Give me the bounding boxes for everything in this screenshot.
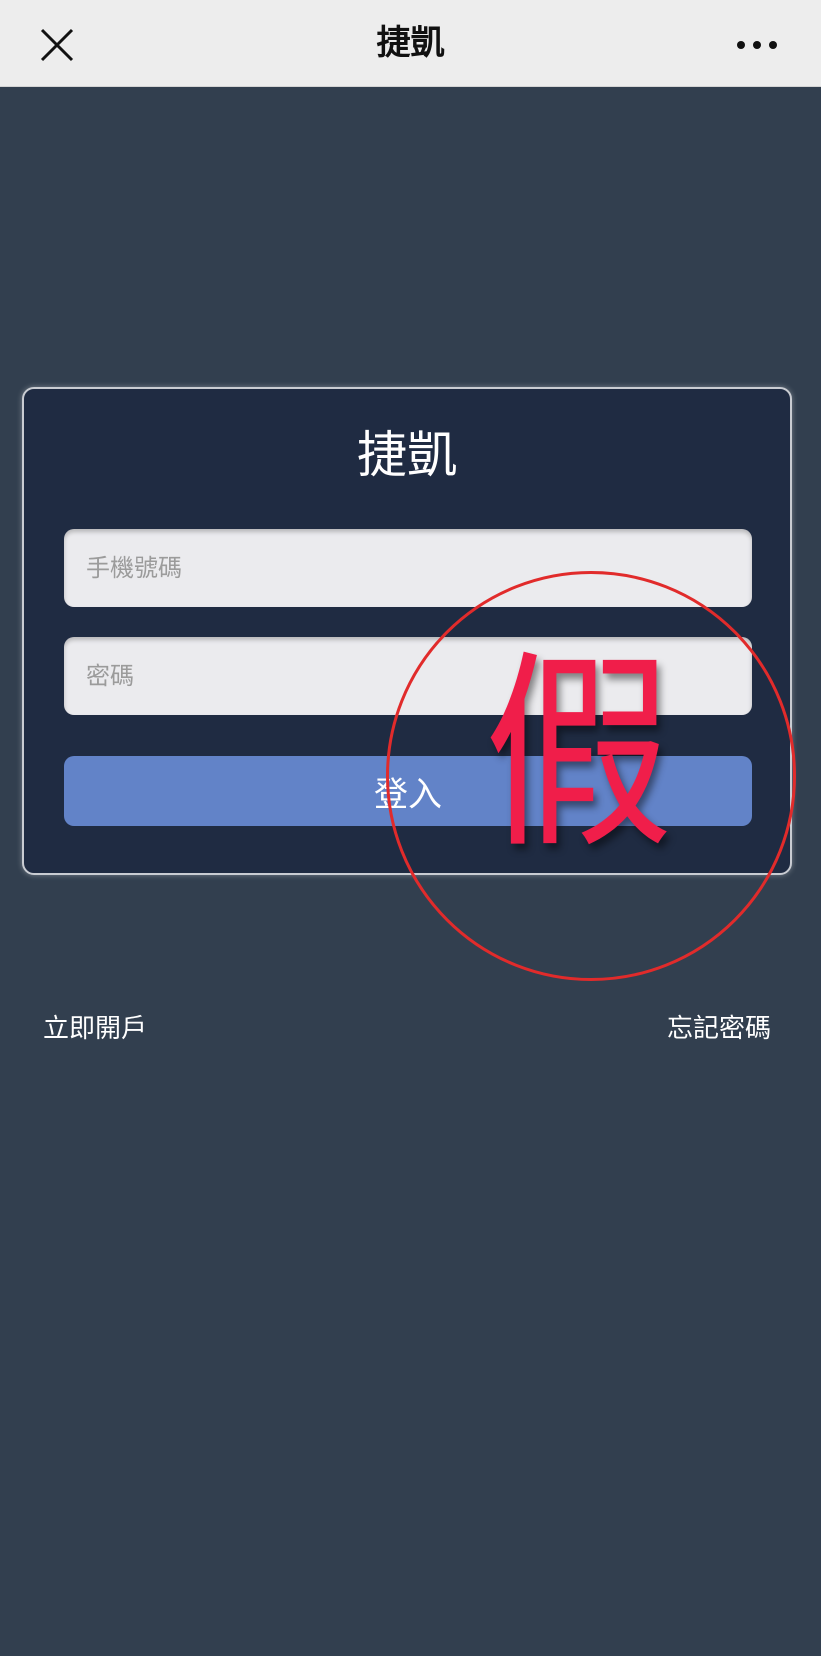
top-nav-bar: 捷凱	[0, 0, 821, 87]
login-button[interactable]: 登入	[64, 756, 752, 826]
password-input[interactable]	[64, 637, 752, 715]
more-options-button[interactable]	[732, 30, 782, 60]
register-account-link[interactable]: 立即開戶	[43, 1008, 147, 1045]
phone-number-input[interactable]	[64, 529, 752, 607]
page-title: 捷凱	[376, 23, 445, 63]
more-dots-icon	[737, 41, 777, 49]
close-icon	[40, 28, 74, 62]
forgot-password-link[interactable]: 忘記密碼	[667, 1008, 771, 1045]
close-button[interactable]	[36, 24, 78, 66]
login-card: 捷凱 登入	[22, 387, 792, 875]
login-card-title: 捷凱	[357, 426, 457, 484]
